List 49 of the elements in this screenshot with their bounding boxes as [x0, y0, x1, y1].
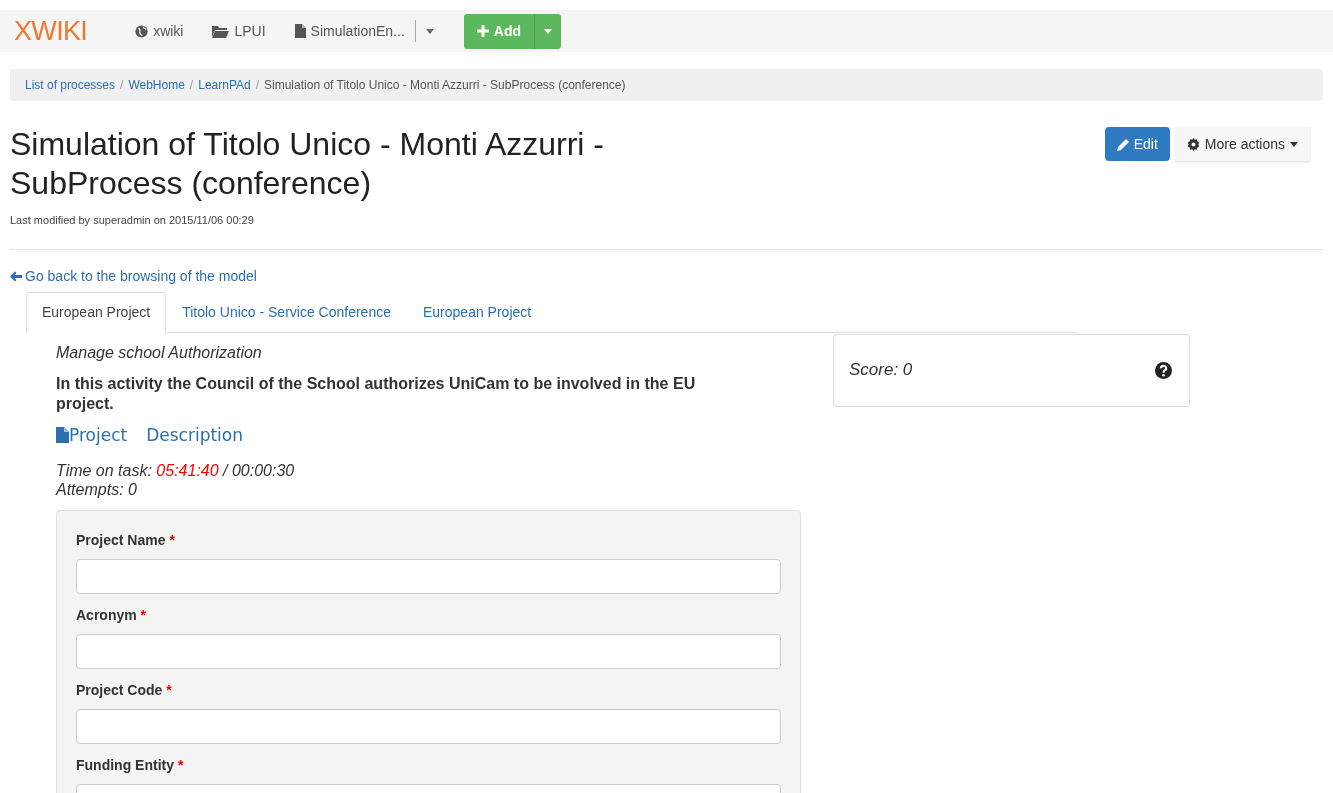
- current-page-text: Simulation of Titolo Unico - Monti Azzurri - SubProcess (conference): [264, 77, 626, 94]
- field-label: Funding Entity: [76, 757, 174, 773]
- required-mark: *: [140, 607, 147, 623]
- plus-icon: [476, 25, 489, 37]
- attempts-text: Attempts: 0: [56, 480, 138, 499]
- nav-link[interactable]: xwiki: [135, 20, 184, 42]
- field-label: Acronym: [76, 607, 137, 623]
- edit-button[interactable]: Edit: [1104, 127, 1170, 161]
- document-link[interactable]: Description: [146, 422, 243, 448]
- time-on-task-text: Time on task: 05:41:40 / 00:00:30: [56, 461, 296, 480]
- caret-icon: [425, 28, 434, 34]
- more-actions-button[interactable]: More actions: [1174, 127, 1310, 161]
- back-link[interactable]: Go back to the browsing of the model: [10, 265, 257, 287]
- help-icon[interactable]: [1155, 361, 1172, 379]
- nav-link[interactable]: LPUI: [212, 20, 266, 42]
- activity-name: Manage school Authorization: [56, 342, 263, 363]
- breadcrumb-link[interactable]: LearnPAd: [198, 76, 251, 94]
- required-mark: *: [169, 532, 175, 548]
- last-modified-text: Last modified by superadmin on 2015/11/06 00:29: [10, 213, 255, 228]
- breadcrumb-separator: /: [254, 77, 261, 94]
- required-mark: *: [166, 682, 172, 698]
- breadcrumb-separator: /: [188, 77, 195, 94]
- document-link[interactable]: Project: [56, 422, 128, 448]
- caret-icon: [544, 28, 552, 34]
- nav-link[interactable]: SimulationEn...: [294, 20, 405, 42]
- file-icon: [294, 24, 306, 38]
- breadcrumb-link[interactable]: WebHome: [128, 76, 185, 94]
- tab[interactable]: European Project: [26, 291, 167, 333]
- caret-icon: [1290, 141, 1298, 147]
- field-label: Project Code: [76, 682, 163, 698]
- tab[interactable]: Titolo Unico - Service Conference: [166, 291, 407, 333]
- add-dropdown-button[interactable]: [534, 13, 561, 49]
- folder-icon: [212, 24, 230, 38]
- score-text: Score: 0: [849, 359, 913, 382]
- breadcrumb-link[interactable]: List of processes: [25, 76, 116, 94]
- pencil-icon: [1116, 137, 1130, 151]
- gear-icon: [1186, 137, 1200, 151]
- breadcrumb-separator: /: [119, 77, 125, 94]
- page-title: Simulation of Titolo Unico - Monti Azzurri - SubProcess (conference): [10, 125, 605, 203]
- arrow-left-icon: [10, 270, 22, 282]
- required-mark: *: [177, 757, 184, 773]
- activity-description: In this activity the Council of the School authorizes UniCam to be involved in the EU project.: [56, 373, 697, 414]
- globe-icon: [135, 24, 149, 38]
- tab[interactable]: European Project: [407, 291, 548, 333]
- field-label: Project Name: [76, 532, 166, 548]
- input-field[interactable]: [76, 634, 781, 669]
- file-icon: [56, 427, 69, 444]
- input-field[interactable]: [76, 709, 781, 744]
- input-field[interactable]: [76, 559, 781, 594]
